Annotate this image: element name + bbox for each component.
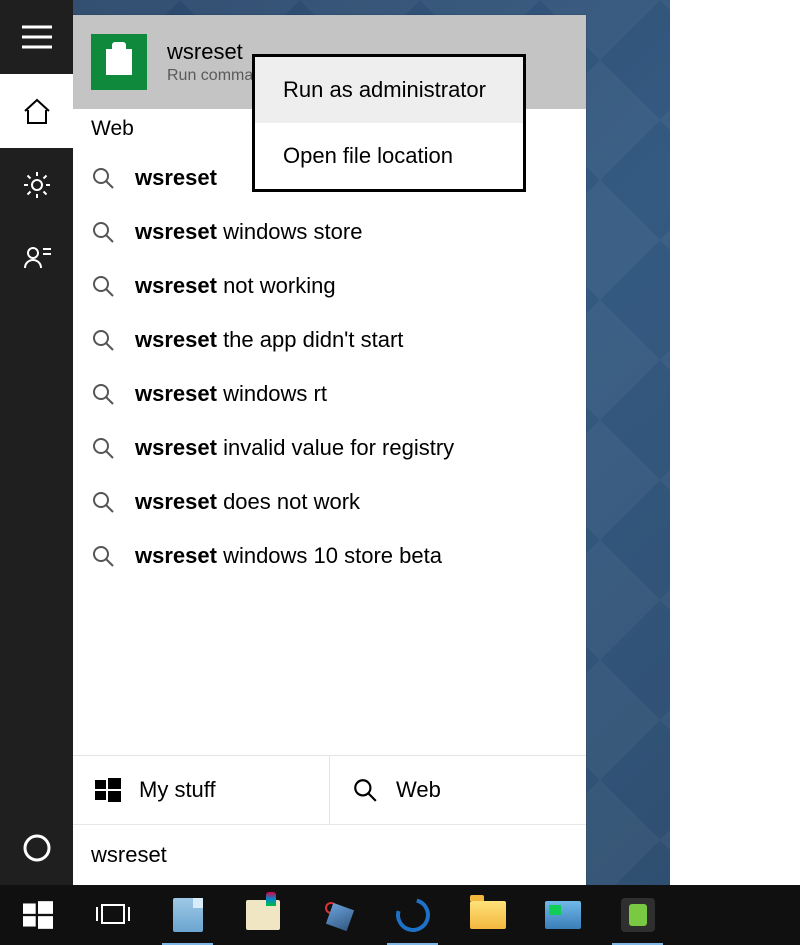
feedback-button[interactable] (0, 222, 73, 296)
windows-icon (23, 900, 53, 930)
suggestion-rest: not working (217, 273, 336, 298)
search-icon (91, 328, 115, 352)
folder-icon (470, 901, 506, 929)
taskbar-control-panel[interactable] (525, 885, 600, 945)
control-panel-icon (545, 901, 581, 929)
snipping-tool-icon (323, 900, 353, 930)
store-app-icon (91, 34, 147, 90)
notepad-icon (173, 898, 203, 932)
home-button[interactable] (0, 74, 73, 148)
paint-icon (246, 900, 280, 930)
suggestion-item[interactable]: wsreset not working (73, 259, 586, 313)
evernote-icon (621, 898, 655, 932)
taskbar-notepad[interactable] (150, 885, 225, 945)
cortana-button[interactable] (0, 811, 73, 885)
search-icon (91, 382, 115, 406)
filter-web-label: Web (396, 777, 441, 803)
search-icon (91, 220, 115, 244)
home-icon (22, 97, 52, 125)
gear-icon (22, 170, 52, 200)
suggestion-rest: windows store (217, 219, 363, 244)
edge-icon (389, 892, 435, 938)
cortana-nav-rail (0, 0, 73, 885)
start-button[interactable] (0, 885, 75, 945)
taskbar (0, 885, 800, 945)
context-run-as-admin[interactable]: Run as administrator (255, 57, 523, 123)
suggestion-bold: wsreset (135, 165, 217, 190)
hamburger-icon (22, 25, 52, 49)
search-icon (352, 777, 378, 803)
search-input-row[interactable] (73, 824, 586, 885)
suggestion-item[interactable]: wsreset does not work (73, 475, 586, 529)
page-whitespace (670, 0, 800, 945)
taskbar-edge[interactable] (375, 885, 450, 945)
filter-row: My stuff Web (73, 755, 586, 824)
suggestion-rest: does not work (217, 489, 360, 514)
settings-button[interactable] (0, 148, 73, 222)
suggestion-rest: windows 10 store beta (217, 543, 442, 568)
suggestion-bold: wsreset (135, 543, 217, 568)
taskbar-paint[interactable] (225, 885, 300, 945)
suggestion-bold: wsreset (135, 273, 217, 298)
search-icon (91, 166, 115, 190)
taskbar-file-explorer[interactable] (450, 885, 525, 945)
suggestion-rest: the app didn't start (217, 327, 403, 352)
task-view-icon (95, 901, 131, 929)
filter-my-stuff-label: My stuff (139, 777, 216, 803)
taskbar-snipping-tool[interactable] (300, 885, 375, 945)
suggestion-item[interactable]: wsreset windows store (73, 205, 586, 259)
search-input[interactable] (91, 842, 568, 868)
suggestion-bold: wsreset (135, 489, 217, 514)
filter-my-stuff[interactable]: My stuff (73, 756, 330, 824)
suggestion-bold: wsreset (135, 435, 217, 460)
suggestion-rest: invalid value for registry (217, 435, 454, 460)
suggestion-rest: windows rt (217, 381, 327, 406)
windows-icon (95, 777, 121, 803)
suggestion-bold: wsreset (135, 219, 217, 244)
task-view-button[interactable] (75, 885, 150, 945)
suggestion-item[interactable]: wsreset the app didn't start (73, 313, 586, 367)
context-open-file-location[interactable]: Open file location (255, 123, 523, 189)
search-icon (91, 436, 115, 460)
suggestion-item[interactable]: wsreset windows 10 store beta (73, 529, 586, 583)
cortana-icon (22, 833, 52, 863)
suggestion-bold: wsreset (135, 381, 217, 406)
suggestion-item[interactable]: wsreset windows rt (73, 367, 586, 421)
web-suggestions: wsreset wsreset windows store wsreset no… (73, 143, 586, 583)
suggestion-bold: wsreset (135, 327, 217, 352)
search-icon (91, 544, 115, 568)
taskbar-evernote[interactable] (600, 885, 675, 945)
hamburger-button[interactable] (0, 0, 73, 74)
search-icon (91, 490, 115, 514)
filter-web[interactable]: Web (330, 756, 586, 824)
suggestion-item[interactable]: wsreset invalid value for registry (73, 421, 586, 475)
search-icon (91, 274, 115, 298)
feedback-icon (22, 244, 52, 274)
context-menu: Run as administrator Open file location (252, 54, 526, 192)
